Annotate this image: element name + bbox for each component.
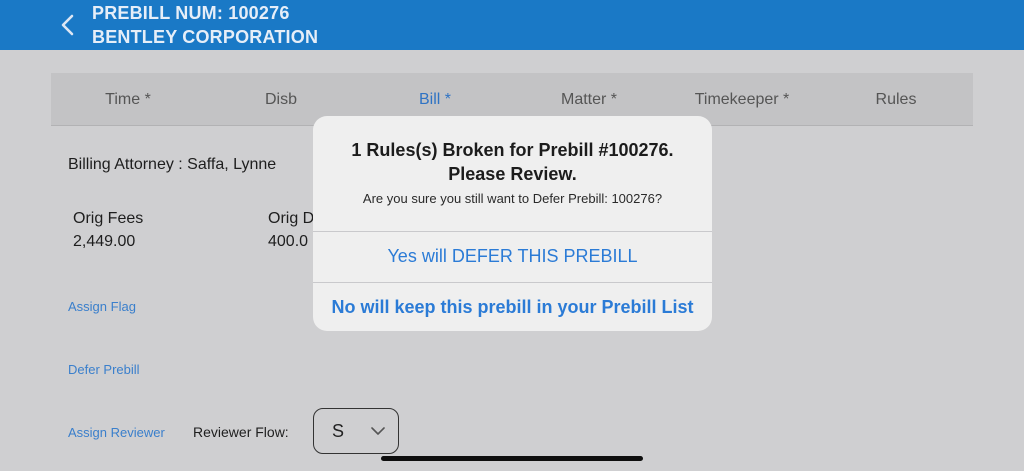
confirm-defer-dialog: 1 Rules(s) Broken for Prebill #100276. P…	[313, 116, 712, 331]
assign-flag-link[interactable]: Assign Flag	[68, 299, 136, 314]
home-indicator[interactable]	[381, 456, 643, 461]
tab-timekeeper[interactable]: Timekeeper *	[695, 91, 790, 109]
dialog-title-line2: Please Review.	[448, 164, 577, 184]
app-header: PREBILL NUM: 100276 BENTLEY CORPORATION	[0, 0, 1024, 50]
prebill-number-title: PREBILL NUM: 100276	[92, 3, 290, 23]
tab-matter[interactable]: Matter *	[561, 91, 617, 109]
client-name-title: BENTLEY CORPORATION	[92, 27, 319, 47]
tab-bill[interactable]: Bill *	[419, 91, 451, 109]
dialog-message: Are you sure you still want to Defer Pre…	[362, 191, 663, 206]
yes-defer-button[interactable]: Yes will DEFER THIS PREBILL	[313, 246, 712, 267]
reviewer-flow-select[interactable]: S	[313, 408, 399, 454]
orig-fees-label: Orig Fees	[73, 210, 144, 227]
dialog-title-line1: 1 Rules(s) Broken for Prebill #100276.	[351, 140, 674, 160]
chevron-left-icon[interactable]	[58, 12, 78, 38]
tab-disb[interactable]: Disb	[265, 91, 297, 109]
no-keep-button[interactable]: No will keep this prebill in your Prebil…	[313, 297, 712, 318]
orig-fees-value: 2,449.00	[73, 233, 136, 250]
dialog-divider	[313, 282, 712, 283]
chevron-down-icon	[371, 427, 385, 435]
dialog-divider	[313, 231, 712, 232]
billing-attorney: Billing Attorney : Saffa, Lynne	[68, 156, 277, 173]
orig-disb-value: 400.0	[268, 233, 309, 250]
reviewer-flow-label: Reviewer Flow:	[193, 424, 289, 440]
orig-disb-label: Orig D	[268, 210, 315, 227]
defer-prebill-link[interactable]: Defer Prebill	[68, 362, 140, 377]
reviewer-flow-value: S	[332, 421, 345, 441]
tab-time[interactable]: Time *	[105, 91, 151, 109]
tab-rules[interactable]: Rules	[876, 91, 917, 109]
assign-reviewer-link[interactable]: Assign Reviewer	[68, 425, 165, 440]
